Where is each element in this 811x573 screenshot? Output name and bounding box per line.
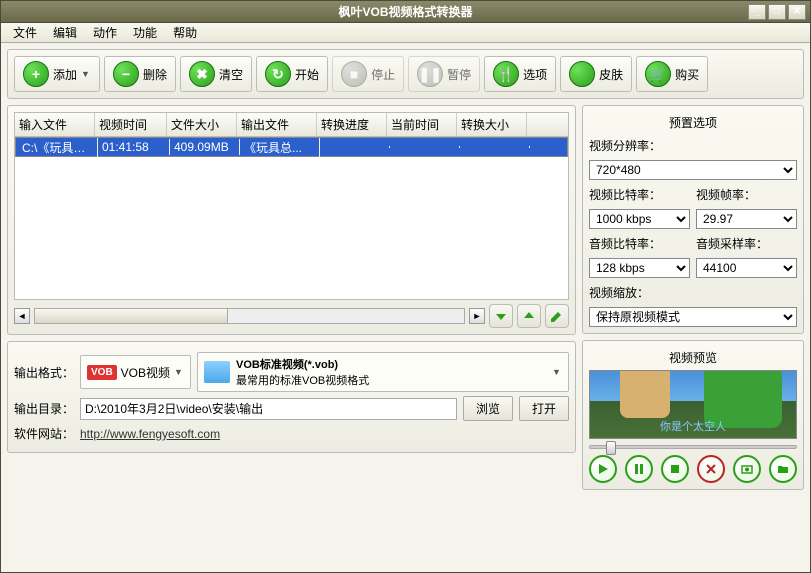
folder-preview-button[interactable] <box>769 455 797 483</box>
output-dir-label: 输出目录： <box>14 400 74 417</box>
snapshot-button[interactable] <box>733 455 761 483</box>
column-header[interactable]: 转换大小 <box>457 113 527 136</box>
pause-preview-button[interactable] <box>625 455 653 483</box>
skin-button[interactable]: 皮肤 <box>560 56 632 92</box>
format-desc-title: VOB标准视频(*.vob) <box>236 356 369 372</box>
chevron-down-icon: ▼ <box>174 367 184 377</box>
table-header: 输入文件视频时间文件大小输出文件转换进度当前时间转换大小 <box>14 112 569 137</box>
output-format-value: VOB视频 <box>121 364 170 381</box>
abitrate-label: 音频比特率： <box>589 233 690 254</box>
preview-title: 视频预览 <box>589 347 797 370</box>
output-format-label: 输出格式： <box>14 364 74 381</box>
play-button[interactable] <box>589 455 617 483</box>
buy-button-icon: 🛒 <box>645 61 671 87</box>
column-header[interactable]: 视频时间 <box>95 113 167 136</box>
maximize-button[interactable]: □ <box>768 4 786 20</box>
skin-button-icon <box>569 61 595 87</box>
clear-button[interactable]: ✖清空 <box>180 56 252 92</box>
add-button-icon: + <box>23 61 49 87</box>
resolution-select[interactable]: 720*480 <box>589 160 797 180</box>
folder-icon <box>204 361 230 383</box>
column-header[interactable]: 文件大小 <box>167 113 237 136</box>
asample-select[interactable]: 44100 <box>696 258 797 278</box>
toolbar: +添加▼−删除✖清空↻开始■停止❚❚暂停🍴选项皮肤🛒购买 <box>7 49 804 99</box>
scroll-right-button[interactable]: ► <box>469 308 485 324</box>
pause-button: ❚❚暂停 <box>408 56 480 92</box>
menu-file[interactable]: 文件 <box>5 22 45 43</box>
output-dir-input[interactable] <box>80 398 457 420</box>
presets-panel: 预置选项 视频分辨率： 720*480 视频比特率： 视频帧率： 1000 kb… <box>582 105 804 334</box>
titlebar: 枫叶VOB视频格式转换器 _ □ ✕ <box>1 1 810 23</box>
menu-action[interactable]: 动作 <box>85 22 125 43</box>
start-button[interactable]: ↻开始 <box>256 56 328 92</box>
output-format-selector[interactable]: VOB VOB视频 ▼ <box>80 355 191 389</box>
options-button[interactable]: 🍴选项 <box>484 56 556 92</box>
seek-slider[interactable] <box>589 445 797 449</box>
browse-button[interactable]: 浏览 <box>463 396 513 421</box>
asample-label: 音频采样率： <box>696 233 797 254</box>
website-label: 软件网站： <box>14 425 74 442</box>
column-header[interactable]: 输出文件 <box>237 113 317 136</box>
minimize-button[interactable]: _ <box>748 4 766 20</box>
table-body[interactable]: C:\《玩具总...01:41:58409.09MB《玩具总... <box>14 137 569 300</box>
delete-button[interactable]: −删除 <box>104 56 176 92</box>
clear-button-icon: ✖ <box>189 61 215 87</box>
start-button-icon: ↻ <box>265 61 291 87</box>
vbitrate-select[interactable]: 1000 kbps <box>589 209 690 229</box>
options-button-icon: 🍴 <box>493 61 519 87</box>
edit-button[interactable] <box>545 304 569 328</box>
abitrate-select[interactable]: 128 kbps <box>589 258 690 278</box>
output-panel: 输出格式： VOB VOB视频 ▼ VOB标准视频(*.vob) 最常用的标准V… <box>7 341 576 453</box>
fps-select[interactable]: 29.97 <box>696 209 797 229</box>
preview-panel: 视频预览 你是个太空人 <box>582 340 804 490</box>
presets-title: 预置选项 <box>589 112 797 135</box>
column-header[interactable]: 转换进度 <box>317 113 387 136</box>
open-button[interactable]: 打开 <box>519 396 569 421</box>
scroll-left-button[interactable]: ◄ <box>14 308 30 324</box>
table-row[interactable]: C:\《玩具总...01:41:58409.09MB《玩具总... <box>15 137 568 157</box>
resolution-label: 视频分辨率： <box>589 135 797 156</box>
stop-button: ■停止 <box>332 56 404 92</box>
file-table-panel: 输入文件视频时间文件大小输出文件转换进度当前时间转换大小 C:\《玩具总...0… <box>7 105 576 335</box>
chevron-down-icon: ▼ <box>81 69 91 79</box>
scrollbar-track[interactable] <box>34 308 465 324</box>
chevron-down-icon: ▼ <box>552 367 562 377</box>
column-header[interactable]: 输入文件 <box>15 113 95 136</box>
cancel-preview-button[interactable] <box>697 455 725 483</box>
pause-button-icon: ❚❚ <box>417 61 443 87</box>
format-desc-sub: 最常用的标准VOB视频格式 <box>236 372 369 388</box>
scale-label: 视频缩放： <box>589 282 797 303</box>
menubar: 文件 编辑 动作 功能 帮助 <box>1 23 810 43</box>
delete-button-icon: − <box>113 61 139 87</box>
seek-thumb[interactable] <box>606 441 616 455</box>
menu-help[interactable]: 帮助 <box>165 22 205 43</box>
column-header[interactable]: 当前时间 <box>387 113 457 136</box>
menu-function[interactable]: 功能 <box>125 22 165 43</box>
window-title: 枫叶VOB视频格式转换器 <box>338 3 472 20</box>
stop-button-icon: ■ <box>341 61 367 87</box>
preview-subtitle: 你是个太空人 <box>590 418 796 434</box>
stop-preview-button[interactable] <box>661 455 689 483</box>
close-button[interactable]: ✕ <box>788 4 806 20</box>
menu-edit[interactable]: 编辑 <box>45 22 85 43</box>
move-down-button[interactable] <box>489 304 513 328</box>
format-description[interactable]: VOB标准视频(*.vob) 最常用的标准VOB视频格式 ▼ <box>197 352 569 392</box>
move-up-button[interactable] <box>517 304 541 328</box>
scrollbar-thumb[interactable] <box>35 309 228 323</box>
add-button[interactable]: +添加▼ <box>14 56 100 92</box>
website-link[interactable]: http://www.fengyesoft.com <box>80 427 220 441</box>
vob-icon: VOB <box>87 365 117 380</box>
vbitrate-label: 视频比特率： <box>589 184 690 205</box>
fps-label: 视频帧率： <box>696 184 797 205</box>
preview-video[interactable]: 你是个太空人 <box>589 370 797 439</box>
buy-button[interactable]: 🛒购买 <box>636 56 708 92</box>
scale-select[interactable]: 保持原视频模式 <box>589 307 797 327</box>
